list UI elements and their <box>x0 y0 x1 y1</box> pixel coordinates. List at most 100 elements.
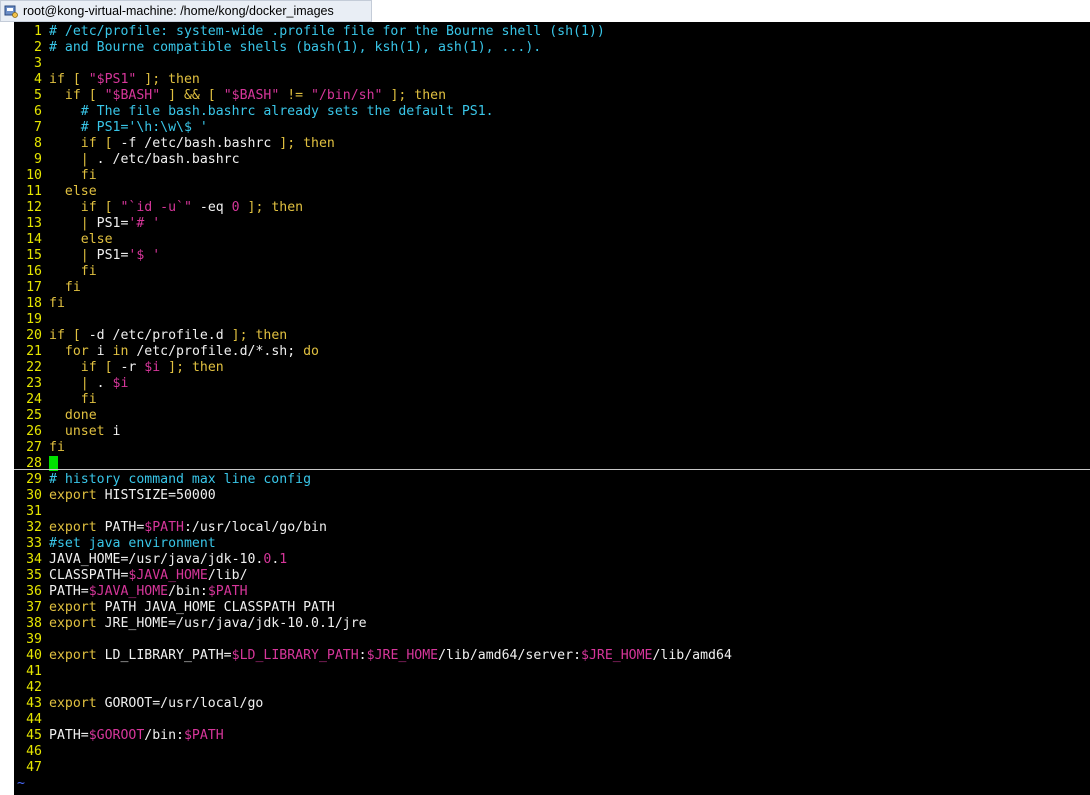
line-number: 32 <box>26 520 42 535</box>
editor-line[interactable]: 37 export PATH JAVA_HOME CLASSPATH PATH <box>14 600 335 616</box>
editor-line[interactable]: 15 | PS1='$ ' <box>14 248 160 264</box>
vim-editor[interactable]: 1 # /etc/profile: system-wide .profile fi… <box>14 22 1090 795</box>
line-number: 29 <box>26 472 42 487</box>
code-token: JAVA_HOME=/usr/java/jdk-10. <box>49 552 264 567</box>
editor-line[interactable]: 36 PATH=$JAVA_HOME/bin:$PATH <box>14 584 248 600</box>
editor-line[interactable]: 4 if [ "$PS1" ]; then <box>14 72 200 88</box>
code-token: $JRE_HOME <box>581 648 653 663</box>
line-number: 31 <box>26 504 42 519</box>
editor-line[interactable]: 20 if [ -d /etc/profile.d ]; then <box>14 328 287 344</box>
editor-line[interactable]: 16 fi <box>14 264 97 280</box>
code-token: 0 <box>231 200 240 215</box>
line-number: 3 <box>34 56 42 71</box>
editor-line[interactable]: 30 export HISTSIZE=50000 <box>14 488 216 504</box>
window-titlebar[interactable]: root@kong-virtual-machine: /home/kong/do… <box>0 0 372 22</box>
code-token: do <box>303 344 319 359</box>
editor-line[interactable]: 41 <box>14 664 49 680</box>
editor-line[interactable]: 17 fi <box>14 280 81 296</box>
editor-line[interactable]: 33 #set java environment <box>14 536 216 552</box>
editor-line[interactable]: 44 <box>14 712 49 728</box>
code-token: i <box>112 424 121 439</box>
line-number: 17 <box>26 280 42 295</box>
editor-line[interactable]: 5 if [ "$BASH" ] && [ "$BASH" != "/bin/s… <box>14 88 446 104</box>
editor-line[interactable]: 25 done <box>14 408 97 424</box>
editor-line[interactable]: 42 <box>14 680 49 696</box>
editor-line[interactable]: 3 <box>14 56 49 72</box>
editor-line[interactable]: 29 # history command max line config <box>14 472 311 488</box>
code-token: if [ <box>49 360 121 375</box>
code-token: $PATH <box>144 520 184 535</box>
code-token: # history command max line config <box>49 472 312 487</box>
editor-line[interactable]: 27 fi <box>14 440 65 456</box>
editor-line[interactable]: 47 <box>14 760 49 776</box>
editor-line[interactable]: 19 <box>14 312 49 328</box>
code-token: $i <box>112 376 129 391</box>
editor-line[interactable]: 7 # PS1='\h:\w\$ ' <box>14 120 208 136</box>
code-token: # The file bash.bashrc already sets the … <box>49 104 494 119</box>
line-number: 45 <box>26 728 42 743</box>
editor-line[interactable]: 13 | PS1='# ' <box>14 216 160 232</box>
code-token: ]; then <box>271 136 335 151</box>
editor-line[interactable]: 40 export LD_LIBRARY_PATH=$LD_LIBRARY_PAT… <box>14 648 732 664</box>
line-number: 12 <box>26 200 42 215</box>
editor-line[interactable]: 23 | . $i <box>14 376 128 392</box>
code-token: $PATH <box>207 584 248 599</box>
code-token: i <box>96 344 113 359</box>
code-token: export <box>49 648 105 663</box>
editor-line[interactable]: 1 # /etc/profile: system-wide .profile fi… <box>14 24 605 40</box>
editor-line[interactable]: 39 <box>14 632 49 648</box>
code-token: | <box>49 152 97 167</box>
editor-line[interactable]: 21 for i in /etc/profile.d/*.sh; do <box>14 344 319 360</box>
code-token: -eq <box>191 200 232 215</box>
editor-line[interactable]: 18 fi <box>14 296 65 312</box>
editor-line[interactable]: 12 if [ "`id -u`" -eq 0 ]; then <box>14 200 303 216</box>
code-token: | <box>49 376 97 391</box>
editor-line[interactable]: 31 <box>14 504 49 520</box>
editor-line[interactable]: 32 export PATH=$PATH:/usr/local/go/bin <box>14 520 327 536</box>
editor-line[interactable]: 26 unset i <box>14 424 120 440</box>
editor-line[interactable]: 22 if [ -r $i ]; then <box>14 360 224 376</box>
code-token: PATH= <box>49 728 89 743</box>
editor-line[interactable]: 10 fi <box>14 168 97 184</box>
code-token: if [ <box>49 328 89 343</box>
editor-line[interactable]: 24 fi <box>14 392 97 408</box>
code-token: . <box>96 376 113 391</box>
editor-line[interactable]: 2 # and Bourne compatible shells (bash(1)… <box>14 40 541 56</box>
code-token: export <box>49 616 105 631</box>
code-token: PATH= <box>49 584 89 599</box>
editor-line[interactable]: 35 CLASSPATH=$JAVA_HOME/lib/ <box>14 568 248 584</box>
code-token: /lib/amd64/server: <box>438 648 582 663</box>
code-token: PS1= <box>96 248 129 263</box>
code-token: if [ <box>49 200 121 215</box>
line-number: 15 <box>26 248 42 263</box>
line-number: 40 <box>26 648 42 663</box>
code-token: $JAVA_HOME <box>88 584 169 599</box>
editor-line[interactable]: 38 export JRE_HOME=/usr/java/jdk-10.0.1/j… <box>14 616 367 632</box>
line-number: 4 <box>34 72 42 87</box>
code-token: JRE_HOME=/usr/java/jdk-10.0.1/jre <box>104 616 367 631</box>
code-token: /lib/amd64 <box>652 648 732 663</box>
code-token: "/bin/sh" <box>311 88 383 103</box>
line-number: 20 <box>26 328 42 343</box>
editor-line[interactable]: 6 # The file bash.bashrc already sets th… <box>14 104 494 120</box>
code-token: if [ <box>49 136 121 151</box>
code-token: fi <box>49 168 97 183</box>
editor-line[interactable]: 45 PATH=$GOROOT/bin:$PATH <box>14 728 224 744</box>
editor-line[interactable]: 34 JAVA_HOME=/usr/java/jdk-10.0.1 <box>14 552 287 568</box>
editor-line[interactable]: 9 | . /etc/bash.bashrc <box>14 152 240 168</box>
editor-line[interactable]: 11 else <box>14 184 97 200</box>
editor-line[interactable]: 14 else <box>14 232 112 248</box>
code-token: in <box>112 344 129 359</box>
code-token: PS1= <box>96 216 129 231</box>
window-title: root@kong-virtual-machine: /home/kong/do… <box>23 4 334 18</box>
code-token: /lib/ <box>207 568 248 583</box>
code-token: | <box>49 216 97 231</box>
code-token: if [ <box>49 88 105 103</box>
line-number: 22 <box>26 360 42 375</box>
code-token: $i <box>144 360 161 375</box>
editor-line[interactable]: 46 <box>14 744 49 760</box>
code-token: LD_LIBRARY_PATH= <box>104 648 232 663</box>
editor-line[interactable]: 8 if [ -f /etc/bash.bashrc ]; then <box>14 136 335 152</box>
line-number: 8 <box>34 136 42 151</box>
editor-line[interactable]: 43 export GOROOT=/usr/local/go <box>14 696 263 712</box>
